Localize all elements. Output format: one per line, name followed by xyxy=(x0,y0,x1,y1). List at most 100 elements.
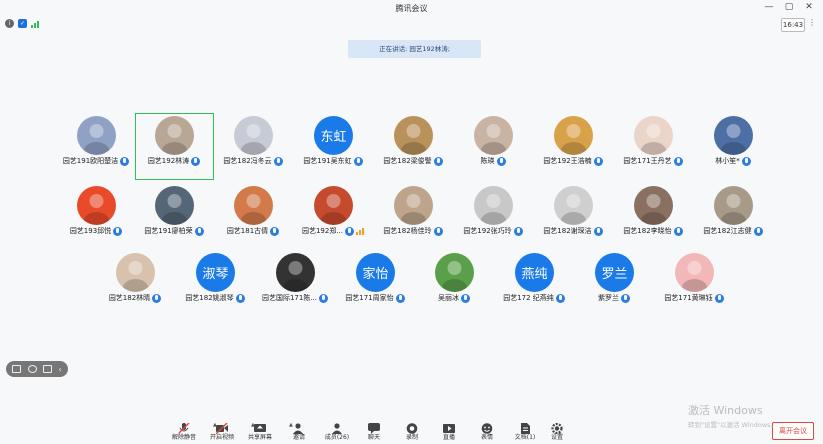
toolbar-button-settings[interactable]: 设置 xyxy=(542,414,572,441)
participant-tile[interactable]: 园艺171王丹艺 xyxy=(610,113,696,183)
participant-avatar xyxy=(634,186,673,225)
participant-tile[interactable]: 园艺193邱悦 xyxy=(53,183,139,253)
participant-tile[interactable]: 园艺国际171陈... xyxy=(252,250,338,320)
participant-tile[interactable]: 东虹 园艺191吴东虹 xyxy=(290,113,376,183)
participant-name-row: 紫罗兰 xyxy=(571,293,657,303)
invite-icon xyxy=(293,419,305,434)
speaker-view-icon[interactable] xyxy=(27,365,37,373)
participant-name: 园艺182姚淑琴 xyxy=(185,294,234,302)
shield-icon[interactable]: ✓ xyxy=(18,19,27,28)
participant-name: 园艺172 纪燕纯 xyxy=(503,294,554,302)
participant-name-row: 园艺172 纪燕纯 xyxy=(491,293,577,303)
participant-tile[interactable]: 园艺182李晓怡 xyxy=(610,183,696,253)
chat-icon xyxy=(368,419,380,434)
participant-name-row: 吴丽冰 xyxy=(411,293,497,303)
participant-name-row: 园艺182梁俊警 xyxy=(370,156,456,166)
screen-share-icon xyxy=(254,419,266,432)
mic-icon xyxy=(461,293,470,303)
participant-tile[interactable]: 吴丽冰 xyxy=(411,250,497,320)
video-options-caret-icon[interactable]: ▲ xyxy=(251,422,255,428)
clock: 16:43 xyxy=(781,18,805,32)
participant-tile[interactable]: 园艺192郑... xyxy=(290,183,376,253)
mic-icon xyxy=(593,226,603,236)
toolbar-button-screen-share[interactable]: 共享屏幕 xyxy=(245,414,275,441)
participant-name-row: 园艺171周家怡 xyxy=(332,293,418,303)
participant-name: 园艺国际171陈... xyxy=(261,294,318,302)
participant-tile[interactable]: 园艺182梁俊警 xyxy=(370,113,456,183)
participant-name-row: 园艺191廖柏荣 xyxy=(131,226,217,236)
participant-tile[interactable]: 家怡园艺171周家怡 xyxy=(332,250,418,320)
mic-options-caret-icon[interactable]: ▲ xyxy=(213,422,217,428)
share-options-caret-icon[interactable]: ▲ xyxy=(289,422,293,428)
maximize-button[interactable]: ▢ xyxy=(781,2,797,12)
participant-avatar xyxy=(634,116,673,155)
participant-name-row: 园艺192张巧玲 xyxy=(450,226,536,236)
participant-tile[interactable]: 园艺191廖柏荣 xyxy=(131,183,217,253)
participant-tile[interactable]: 燕纯 园艺172 纪燕纯 xyxy=(491,250,577,320)
live-icon xyxy=(443,419,455,433)
participant-avatar xyxy=(675,253,714,292)
participant-tile[interactable]: 罗兰 紫罗兰 xyxy=(571,250,657,320)
toolbar-button-mic-muted[interactable]: 解除静音 xyxy=(169,414,199,441)
participant-name: 园艺192王浩楠 xyxy=(543,157,592,165)
participant-tile[interactable]: 园艺192王浩楠 xyxy=(530,113,616,183)
mic-muted-icon xyxy=(178,419,190,434)
signal-icon[interactable] xyxy=(31,19,41,28)
mic-icon xyxy=(113,226,123,236)
gallery-view-icon[interactable] xyxy=(43,365,53,373)
grid-view-icon[interactable] xyxy=(12,365,22,373)
participant-name: 园艺182林晴 xyxy=(108,294,151,302)
participant-avatar: 淑琴 xyxy=(196,253,235,292)
participant-tile[interactable]: 园艺192张巧玲 xyxy=(450,183,536,253)
participant-name-row: 园艺182姚淑琴 xyxy=(172,293,258,303)
participant-name-row: 园艺国际171陈... xyxy=(252,293,338,303)
close-button[interactable]: ✕ xyxy=(801,2,817,12)
info-icon[interactable]: i xyxy=(5,19,14,28)
participant-name: 林小笙* xyxy=(715,157,740,165)
participant-tile[interactable]: 园艺182杨佳玲 xyxy=(370,183,456,253)
participant-tile[interactable]: 园艺171黄琳钰 xyxy=(651,250,737,320)
participant-name-row: 园艺182林晴 xyxy=(92,293,178,303)
participant-name-row: 林小笙* xyxy=(690,156,776,166)
participant-name: 园艺171黄琳钰 xyxy=(664,294,713,302)
participant-tile[interactable]: 园艺182林晴 xyxy=(92,250,178,320)
toolbar-button-chat[interactable]: 聊天 xyxy=(359,414,389,441)
minimize-button[interactable]: — xyxy=(761,2,777,12)
participant-name: 园艺192张巧玲 xyxy=(463,227,512,235)
participant-name-row: 园艺182杨佳玲 xyxy=(370,226,456,236)
participant-name: 陈瑛 xyxy=(480,157,495,165)
toolbar-button-camera-off[interactable]: 开启视频 xyxy=(207,414,237,441)
participant-tile[interactable]: 园艺182冯冬云 xyxy=(210,113,296,183)
more-icon[interactable]: ⋮ xyxy=(808,18,816,27)
participant-avatar: 家怡 xyxy=(356,253,395,292)
collapse-icon[interactable]: ‹ xyxy=(58,365,61,374)
participant-tile[interactable]: 园艺191欧阳楚洁 xyxy=(53,113,139,183)
participant-tile[interactable]: 园艺182江志健 xyxy=(690,183,776,253)
mic-icon xyxy=(120,156,130,166)
participant-name: 园艺171周家怡 xyxy=(345,294,394,302)
toolbar-button-emoji[interactable]: 表情 xyxy=(472,414,502,441)
participant-tile[interactable]: 陈瑛 xyxy=(450,113,536,183)
participant-name: 园艺182李晓怡 xyxy=(623,227,672,235)
participant-avatar xyxy=(474,116,513,155)
participant-tile[interactable]: 淑琴园艺182姚淑琴 xyxy=(172,250,258,320)
participant-name-row: 园艺181古倩 xyxy=(210,226,296,236)
toolbar-button-live[interactable]: 直播 xyxy=(434,414,464,441)
participant-avatar xyxy=(394,116,433,155)
participant-tile[interactable]: 园艺182谢琛洁 xyxy=(530,183,616,253)
mic-icon xyxy=(513,226,523,236)
mic-icon xyxy=(714,293,724,303)
participant-avatar xyxy=(554,186,593,225)
participant-name-row: 陈瑛 xyxy=(450,156,536,166)
participant-tile[interactable]: 园艺181古倩 xyxy=(210,183,296,253)
participant-name: 园艺191欧阳楚洁 xyxy=(62,157,119,165)
participant-tile[interactable]: 园艺192林涛 xyxy=(131,113,217,183)
toolbar-button-record[interactable]: 录制 xyxy=(397,414,427,441)
mic-icon xyxy=(496,156,506,166)
participant-tile[interactable]: 林小笙* xyxy=(690,113,776,183)
leave-meeting-button[interactable]: 离开会议 xyxy=(772,422,814,440)
toolbar-button-members[interactable]: 成员(26) xyxy=(322,414,352,441)
settings-icon xyxy=(551,419,563,435)
participant-avatar xyxy=(435,253,474,292)
participant-avatar xyxy=(155,186,194,225)
